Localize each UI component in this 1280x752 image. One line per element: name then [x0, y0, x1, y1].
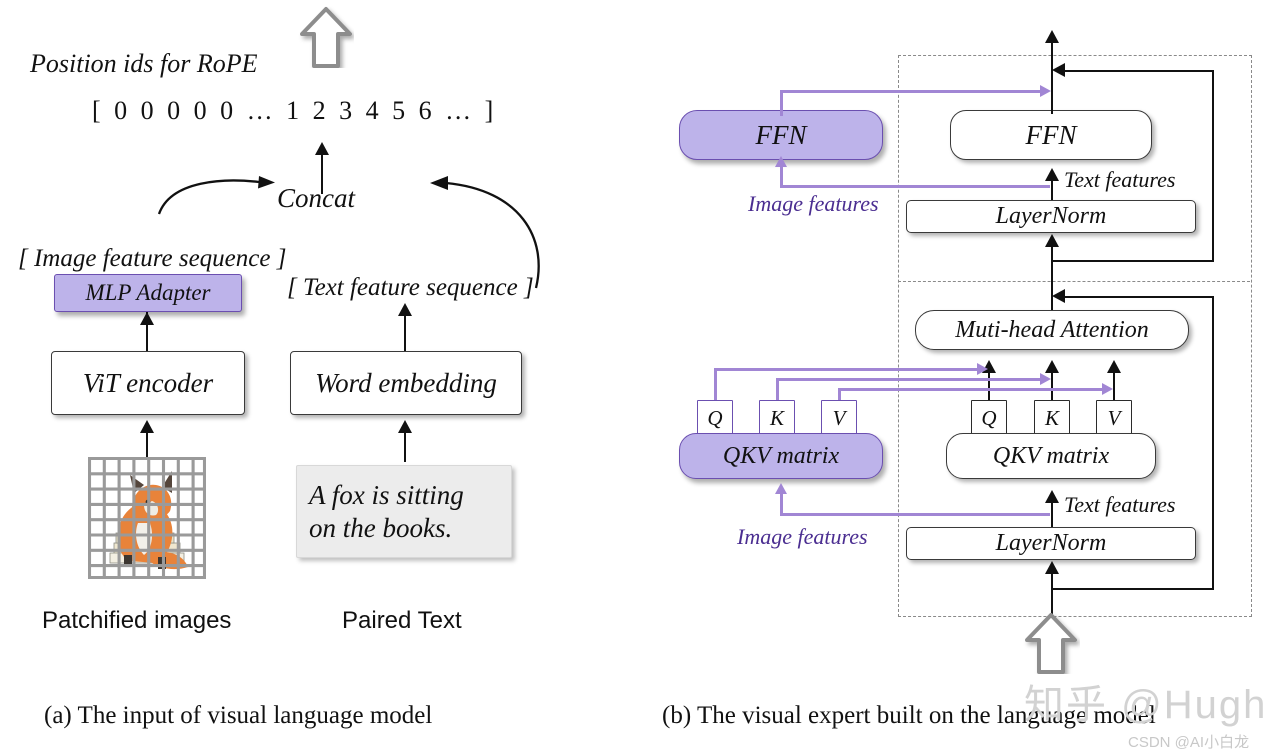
lm-k-to-attention-arrowhead [1045, 360, 1059, 373]
expert-ffn-box[interactable]: FFN [679, 110, 883, 160]
expert-v-horizontal [838, 388, 1104, 391]
lm-ffn-box[interactable]: FFN [950, 110, 1152, 160]
lm-v-to-attention-arrowhead [1107, 360, 1121, 373]
expert-qkv-input-arrowhead [775, 483, 787, 494]
block-input-arrowhead [1045, 561, 1059, 574]
expert-image-features-label-top: Image features [748, 191, 879, 216]
ln-bottom-to-qkv-arrowhead [1045, 490, 1059, 503]
residual-upper-bottom [1051, 260, 1214, 263]
expert-q-chip[interactable]: Q [697, 400, 733, 436]
expert-q-arrowhead [977, 363, 988, 375]
expert-image-features-label-bottom: Image features [737, 524, 868, 549]
expert-q-vertical [714, 368, 717, 404]
ln-input-line [1051, 244, 1054, 286]
lm-v-to-attention-line [1113, 370, 1116, 400]
expert-ffn-label: FFN [755, 119, 807, 150]
expert-ffn-output-vertical [780, 90, 783, 116]
lm-attention-label: Muti-head Attention [955, 316, 1149, 343]
ln-bottom-to-qkv-line [1051, 500, 1054, 528]
panel-b-caption: (b) The visual expert built on the langu… [662, 702, 1156, 729]
lm-layernorm-bottom-box[interactable]: LayerNorm [906, 527, 1196, 560]
input-block-arrow-b [1022, 612, 1080, 674]
transformer-sublayer-divider [898, 281, 1250, 282]
lm-text-features-label-top: Text features [1064, 167, 1176, 192]
expert-ffn-input-vertical [780, 165, 783, 187]
lm-qkv-matrix-box[interactable]: QKV matrix [946, 433, 1156, 479]
residual-upper-top [1064, 70, 1214, 73]
expert-qkv-matrix-label: QKV matrix [722, 442, 840, 469]
expert-k-horizontal [776, 378, 1042, 381]
expert-qkv-input-horizontal [780, 513, 1050, 516]
expert-k-label: K [769, 405, 784, 430]
residual-lower-top [1064, 296, 1214, 299]
lm-v-label: V [1107, 405, 1121, 430]
figure-canvas: Position ids for RoPE [ 0 0 0 0 0 … 1 2 … [0, 0, 1280, 752]
block-output-arrowhead [1045, 30, 1059, 43]
lm-ffn-output-line [1051, 100, 1054, 114]
lm-k-chip[interactable]: K [1034, 400, 1070, 436]
expert-qkv-matrix-box[interactable]: QKV matrix [679, 433, 883, 479]
expert-ffn-input-arrowhead [775, 156, 787, 167]
expert-v-label: V [832, 405, 846, 430]
block-input-line [1051, 570, 1054, 618]
lm-text-features-label-bottom: Text features [1064, 492, 1176, 517]
expert-ffn-output-horizontal [780, 90, 1042, 93]
lm-layernorm-bottom-label: LayerNorm [995, 530, 1107, 556]
residual-upper-arrowhead [1052, 63, 1065, 77]
residual-lower-arrowhead [1052, 289, 1065, 303]
expert-qkv-input-vertical [780, 492, 783, 515]
residual-lower-vertical [1212, 296, 1215, 590]
lm-v-chip[interactable]: V [1096, 400, 1132, 436]
expert-v-chip[interactable]: V [821, 400, 857, 436]
expert-q-label: Q [707, 405, 723, 430]
expert-ffn-output-arrowhead [1040, 85, 1051, 97]
lm-attention-box[interactable]: Muti-head Attention [915, 310, 1189, 350]
csdn-watermark: CSDN @AI小白龙 [1128, 734, 1250, 751]
lm-ffn-label: FFN [1025, 119, 1077, 150]
lm-q-label: Q [981, 405, 997, 430]
lm-qkv-matrix-label: QKV matrix [992, 442, 1110, 469]
lm-q-chip[interactable]: Q [971, 400, 1007, 436]
lm-k-label: K [1044, 405, 1059, 430]
lm-layernorm-top-label: LayerNorm [995, 203, 1107, 229]
lm-k-to-attention-line [1051, 370, 1054, 400]
panel-b: FFN Text features LayerNorm FFN Image fe… [0, 0, 1280, 752]
expert-ffn-input-horizontal [780, 185, 1050, 188]
residual-lower-bottom [1051, 588, 1214, 591]
ln-to-ffn-arrowhead [1045, 168, 1059, 181]
ln-input-arrowhead [1045, 234, 1059, 247]
expert-v-arrowhead [1102, 383, 1113, 395]
expert-k-arrowhead [1040, 373, 1051, 385]
lm-q-to-attention-line [988, 370, 991, 400]
residual-upper-vertical [1212, 70, 1215, 262]
expert-k-chip[interactable]: K [759, 400, 795, 436]
lm-layernorm-top-box[interactable]: LayerNorm [906, 200, 1196, 233]
expert-q-horizontal [714, 368, 979, 371]
